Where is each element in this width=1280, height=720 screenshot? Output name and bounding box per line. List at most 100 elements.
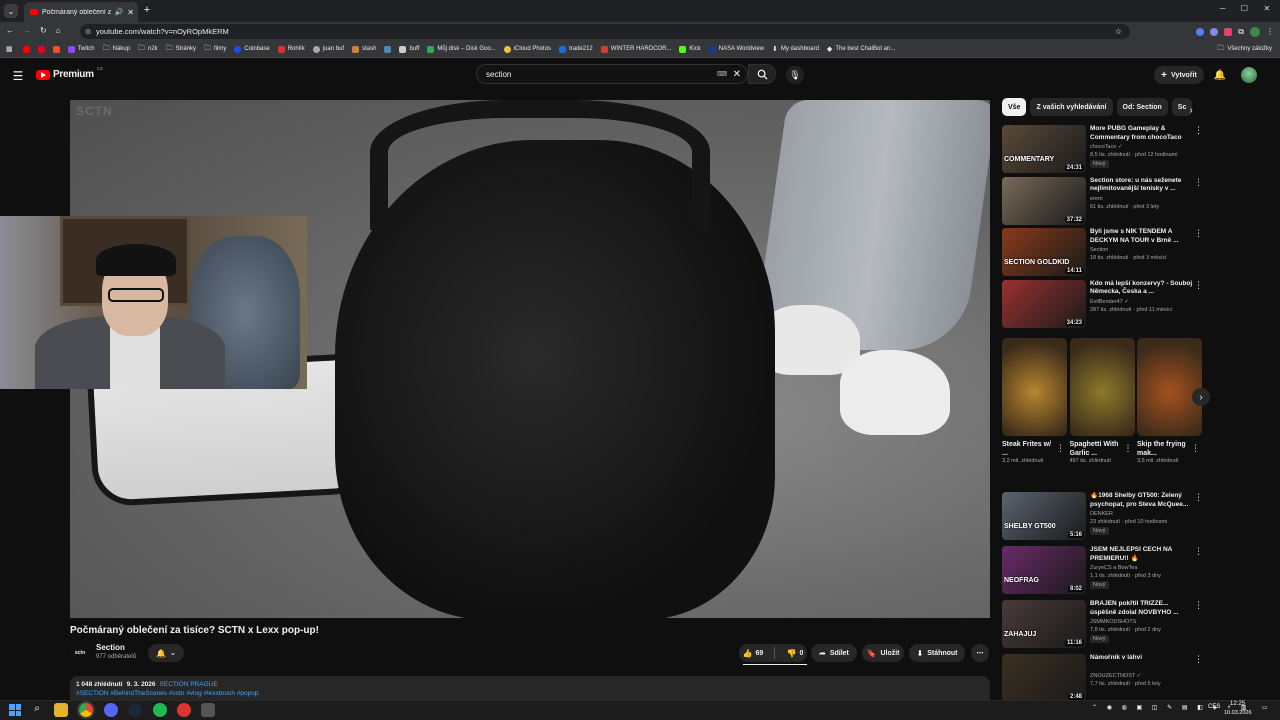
extension-icon-1[interactable] xyxy=(1196,27,1205,36)
windows-start-icon[interactable] xyxy=(8,703,22,717)
recommended-video[interactable]: 34:23 Kdo má lepší konzervy? - Souboj Ně… xyxy=(1002,279,1203,330)
recommended-channel[interactable]: DENKER xyxy=(1090,511,1113,517)
bookmark-icloud[interactable]: iCloud Photos xyxy=(503,45,551,53)
short-thumbnail[interactable] xyxy=(1137,338,1202,436)
keyboard-icon[interactable]: ⌨ xyxy=(717,70,727,78)
create-button[interactable]: + Vytvořit xyxy=(1154,66,1204,84)
recommended-video[interactable]: COMMENTARY 24:31 More PUBG Gameplay & Co… xyxy=(1002,125,1203,175)
extension-icon-2[interactable] xyxy=(1210,27,1219,36)
more-options-icon[interactable]: ⋮ xyxy=(1194,125,1203,137)
location-link[interactable]: SECTION PRAGUE xyxy=(160,681,218,688)
recommended-channel[interactable]: ZuryeCS a BowTea xyxy=(1090,565,1137,571)
discord-icon[interactable] xyxy=(104,703,118,717)
recommended-channel[interactable]: Section xyxy=(1090,247,1108,253)
download-button[interactable]: ⬇ Stáhnout xyxy=(909,644,965,662)
recommended-title[interactable]: JSEM NEJLEPŠÍ ČECH NA PREMIERU!! 🔥 xyxy=(1090,546,1194,563)
language-indicator[interactable]: CES xyxy=(1208,704,1220,710)
share-button[interactable]: ➦ Sdílet xyxy=(811,644,857,662)
bookmark-coinbase[interactable]: Coinbase xyxy=(234,45,270,53)
video-thumbnail[interactable]: COMMENTARY 24:31 xyxy=(1002,125,1086,173)
extensions-puzzle-icon[interactable]: ⧉ xyxy=(1238,27,1244,37)
address-bar[interactable]: ⚙ youtube.com/watch?v=nOyROpMkERM ☆ xyxy=(80,24,1130,39)
save-button[interactable]: 🔖 Uložit xyxy=(862,644,904,662)
more-options-icon[interactable]: ⋮ xyxy=(1194,654,1203,666)
more-options-icon[interactable]: ⋮ xyxy=(1191,443,1200,454)
chrome-icon[interactable] xyxy=(79,703,93,717)
recommended-title[interactable]: Byli jsme s NIK TENDEM A DECKYM NA TOUR … xyxy=(1090,228,1194,245)
bookmark-icon[interactable] xyxy=(22,45,30,53)
chip-all[interactable]: Vše xyxy=(1002,98,1027,116)
new-tab-icon[interactable]: + xyxy=(141,4,153,16)
short-thumbnail[interactable] xyxy=(1069,338,1135,436)
video-thumbnail[interactable]: SECTION GOLDKID 14:11 xyxy=(1002,228,1086,276)
browser-menu-icon[interactable]: ⋮ xyxy=(1266,27,1274,36)
bookmark-icon[interactable] xyxy=(37,45,45,53)
file-explorer-icon[interactable] xyxy=(54,703,68,717)
short-thumbnail[interactable] xyxy=(1002,338,1067,436)
minimize-icon[interactable]: ─ xyxy=(1220,4,1226,16)
recommended-title[interactable]: BRAJEN pokřtil TRIZZE... úspěšně zdolal … xyxy=(1090,600,1194,617)
recommended-video[interactable]: ZAHAJUJ 11:16 BRAJEN pokřtil TRIZZE... ú… xyxy=(1002,600,1203,650)
notifications-bell-icon[interactable]: 🔔 xyxy=(1212,67,1228,83)
more-options-icon[interactable]: ⋮ xyxy=(1194,546,1203,558)
tab-audio-icon[interactable]: 🔊 xyxy=(115,8,124,16)
close-window-icon[interactable]: ✕ xyxy=(1264,4,1271,16)
recommended-video[interactable]: 37:32 Section store: u nás seženete nejl… xyxy=(1002,176,1203,227)
chip-from-section[interactable]: Od: Section xyxy=(1116,98,1168,116)
recommended-channel[interactable]: EvilBender47 ✓ xyxy=(1090,299,1129,305)
maximize-icon[interactable]: ☐ xyxy=(1241,4,1248,16)
more-options-icon[interactable]: ⋮ xyxy=(1194,177,1203,189)
more-options-icon[interactable]: ⋮ xyxy=(1194,492,1203,504)
more-options-icon[interactable]: ⋮ xyxy=(1124,443,1133,454)
recommended-channel[interactable]: JSMMKODSHOTS xyxy=(1090,619,1136,625)
bookmark-google-drive[interactable]: Můj disk – Disk Goo... xyxy=(427,45,496,53)
bookmark-nasa[interactable]: NASA Worldview xyxy=(708,45,764,53)
bookmark-folder[interactable]: 🗀 filmy xyxy=(204,44,226,55)
more-options-icon[interactable]: ⋮ xyxy=(1056,443,1065,454)
bookmark-star-icon[interactable]: ☆ xyxy=(1115,27,1122,36)
home-icon[interactable]: ⌂ xyxy=(56,26,61,35)
spotify-icon[interactable] xyxy=(153,703,167,717)
reload-icon[interactable]: ↻ xyxy=(40,26,47,35)
recommended-video[interactable]: SHELBY GT500 5:16 🔥1968 Shelby GT500: Ze… xyxy=(1002,492,1203,542)
back-icon[interactable]: ← xyxy=(6,26,14,35)
recommended-channel[interactable]: ZNOUZECTNOST ✓ xyxy=(1090,673,1141,679)
channel-name[interactable]: Section xyxy=(96,643,125,652)
channel-avatar[interactable]: sctn xyxy=(70,643,90,663)
bookmark-stash[interactable]: stash xyxy=(352,45,376,53)
account-avatar[interactable] xyxy=(1241,67,1257,83)
recommended-title[interactable]: Námořník v láhvi xyxy=(1090,654,1194,663)
taskbar-search-icon[interactable]: ⌕ xyxy=(30,703,44,717)
short-title[interactable]: Spaghetti With Garlic ... xyxy=(1070,440,1122,458)
bookmark-kick[interactable]: Kick xyxy=(679,45,701,53)
recommended-title[interactable]: 🔥1968 Shelby GT500: Zelený psychopat, pr… xyxy=(1090,492,1194,509)
bookmark-twitch[interactable]: Twitch xyxy=(67,45,95,53)
recommended-title[interactable]: Kdo má lepší konzervy? - Souboj Německa,… xyxy=(1090,280,1194,297)
more-options-icon[interactable]: ⋮ xyxy=(1194,280,1203,292)
short-title[interactable]: Skip the frying mak... xyxy=(1137,440,1189,458)
video-thumbnail[interactable]: ZAHAJUJ 11:16 xyxy=(1002,600,1086,648)
profile-avatar[interactable] xyxy=(1250,26,1260,37)
browser-tab[interactable]: Počmáraný oblečení za tisíce... 🔊 ✕ xyxy=(24,2,138,22)
obs-icon[interactable] xyxy=(177,703,191,717)
short-title[interactable]: Steak Frites w/ ... xyxy=(1002,440,1054,458)
more-options-icon[interactable]: ⋮ xyxy=(1194,228,1203,240)
recommended-video[interactable]: SECTION GOLDKID 14:11 Byli jsme s NIK TE… xyxy=(1002,228,1203,278)
hamburger-menu-icon[interactable]: ☰ xyxy=(10,68,26,84)
bookmark-folder[interactable]: 🗀 Nákup xyxy=(103,44,130,55)
extension-icon-3[interactable] xyxy=(1224,27,1233,36)
bookmark-rohlik[interactable]: Rohlík xyxy=(277,45,305,53)
recommended-title[interactable]: Section store: u nás seženete nejlimitov… xyxy=(1090,177,1194,194)
video-thumbnail[interactable]: 34:23 xyxy=(1002,279,1086,328)
more-options-icon[interactable]: ⋮ xyxy=(1194,600,1203,612)
video-thumbnail[interactable]: 2:48 xyxy=(1002,654,1086,702)
hashtags[interactable]: #SECTION #BehindTheScenes #sctn #vlog #l… xyxy=(76,690,984,697)
bookmark-icon[interactable] xyxy=(52,45,60,53)
forward-icon[interactable]: → xyxy=(23,26,31,35)
bookmark-chatbot[interactable]: ◆ The best ChatBot an... xyxy=(827,45,895,53)
recommended-video[interactable]: NEOFRAG 8:02 JSEM NEJLEPŠÍ ČECH NA PREMI… xyxy=(1002,546,1203,596)
site-info-icon[interactable]: ⚙ xyxy=(85,28,91,36)
search-button[interactable] xyxy=(748,64,776,84)
search-input[interactable]: section ⌨ ✕ xyxy=(476,64,748,84)
chip-from-searches[interactable]: Z vašich vyhledávání xyxy=(1030,98,1113,116)
